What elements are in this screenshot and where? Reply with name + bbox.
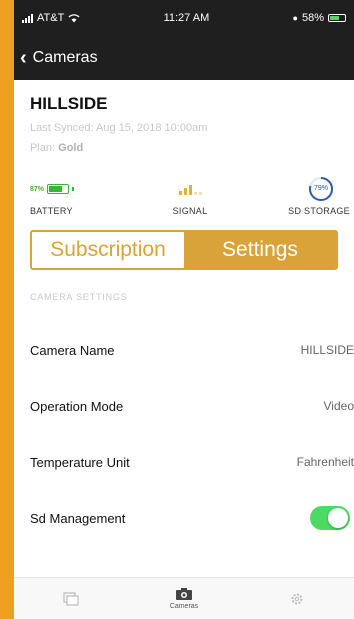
- setting-label: Camera Name: [30, 342, 115, 358]
- setting-label: Operation Mode: [30, 398, 124, 414]
- top-bar: AT&T 11:27 AM ● 58% ‹ Cameras: [14, 0, 354, 80]
- back-button[interactable]: ‹ Cameras: [20, 48, 98, 68]
- tab-bar: Cameras: [14, 577, 354, 619]
- battery-icon: 87%: [30, 184, 75, 194]
- storage-label: SD STORAGE: [288, 206, 350, 216]
- nav-bar: ‹ Cameras: [14, 36, 354, 80]
- camera-header: HILLSIDE Last Synced: Aug 15, 2018 10:00…: [14, 80, 354, 154]
- battery-stat: 87% BATTERY: [30, 176, 120, 216]
- status-left: AT&T: [22, 12, 80, 24]
- wifi-icon: [68, 13, 80, 22]
- setting-sd-management: Sd Management: [14, 490, 354, 546]
- back-label: Cameras: [32, 49, 98, 66]
- plan-value: Gold: [58, 142, 84, 154]
- sd-management-toggle[interactable]: [310, 506, 350, 530]
- tab-gallery[interactable]: [14, 578, 127, 619]
- setting-value: Video: [323, 399, 354, 413]
- segmented-control: Subscription Settings: [30, 230, 338, 270]
- back-chevron-icon: ‹: [20, 47, 27, 69]
- last-synced: Last Synced: Aug 15, 2018 10:00am: [30, 122, 208, 134]
- tab-settings-gear[interactable]: [241, 578, 354, 619]
- carrier-label: AT&T: [37, 12, 65, 24]
- plan-label: Plan:: [30, 142, 56, 154]
- section-header: CAMERA SETTINGS: [30, 292, 128, 302]
- setting-temperature-unit[interactable]: Temperature Unit Fahrenheit: [14, 434, 354, 490]
- phone-battery-icon: [328, 14, 346, 22]
- clock: 11:27 AM: [163, 12, 210, 24]
- battery-indicator: 87%: [30, 176, 75, 202]
- status-bar: AT&T 11:27 AM ● 58%: [14, 0, 354, 36]
- battery-label: BATTERY: [30, 206, 73, 216]
- storage-ring-icon: 79%: [308, 176, 334, 202]
- camera-title: HILLSIDE: [30, 94, 108, 113]
- signal-indicator: [178, 176, 202, 202]
- settings-list: Camera Name HILLSIDE Operation Mode Vide…: [14, 322, 354, 546]
- setting-camera-name[interactable]: Camera Name HILLSIDE: [14, 322, 354, 378]
- signal-label: SIGNAL: [172, 206, 208, 216]
- stats-row: 87% BATTERY SIGNAL 79% SD STORAGE: [14, 154, 354, 216]
- status-right: ● 58%: [293, 12, 346, 24]
- phone-screen: AT&T 11:27 AM ● 58% ‹ Cameras HILLSIDE L…: [14, 0, 354, 619]
- battery-tip: [72, 187, 75, 191]
- storage-stat: 79% SD STORAGE: [260, 176, 350, 216]
- tab-subscription[interactable]: Subscription: [32, 232, 184, 268]
- storage-indicator: 79%: [308, 176, 350, 202]
- setting-label: Sd Management: [30, 510, 126, 526]
- battery-pct: 87%: [30, 185, 45, 193]
- tab-cameras-label: Cameras: [169, 603, 199, 610]
- gear-icon: [291, 593, 303, 604]
- cameras-icon: [175, 588, 192, 600]
- signal-icon: [178, 183, 202, 195]
- tab-settings[interactable]: Settings: [184, 232, 336, 268]
- tab-cameras[interactable]: Cameras: [127, 578, 240, 619]
- setting-value: HILLSIDE: [300, 343, 354, 357]
- battery-shell: [47, 184, 70, 194]
- plan-line: Plan: Gold: [30, 142, 338, 154]
- alarm-icon: ●: [292, 13, 298, 23]
- battery-percent: 58%: [301, 12, 324, 24]
- cell-signal-icon: [22, 13, 33, 23]
- setting-operation-mode[interactable]: Operation Mode Video: [14, 378, 354, 434]
- setting-value: Fahrenheit: [296, 455, 354, 469]
- gallery-icon: [63, 591, 79, 606]
- storage-pct: 79%: [313, 185, 328, 192]
- signal-stat: SIGNAL: [145, 176, 235, 216]
- setting-label: Temperature Unit: [30, 454, 130, 470]
